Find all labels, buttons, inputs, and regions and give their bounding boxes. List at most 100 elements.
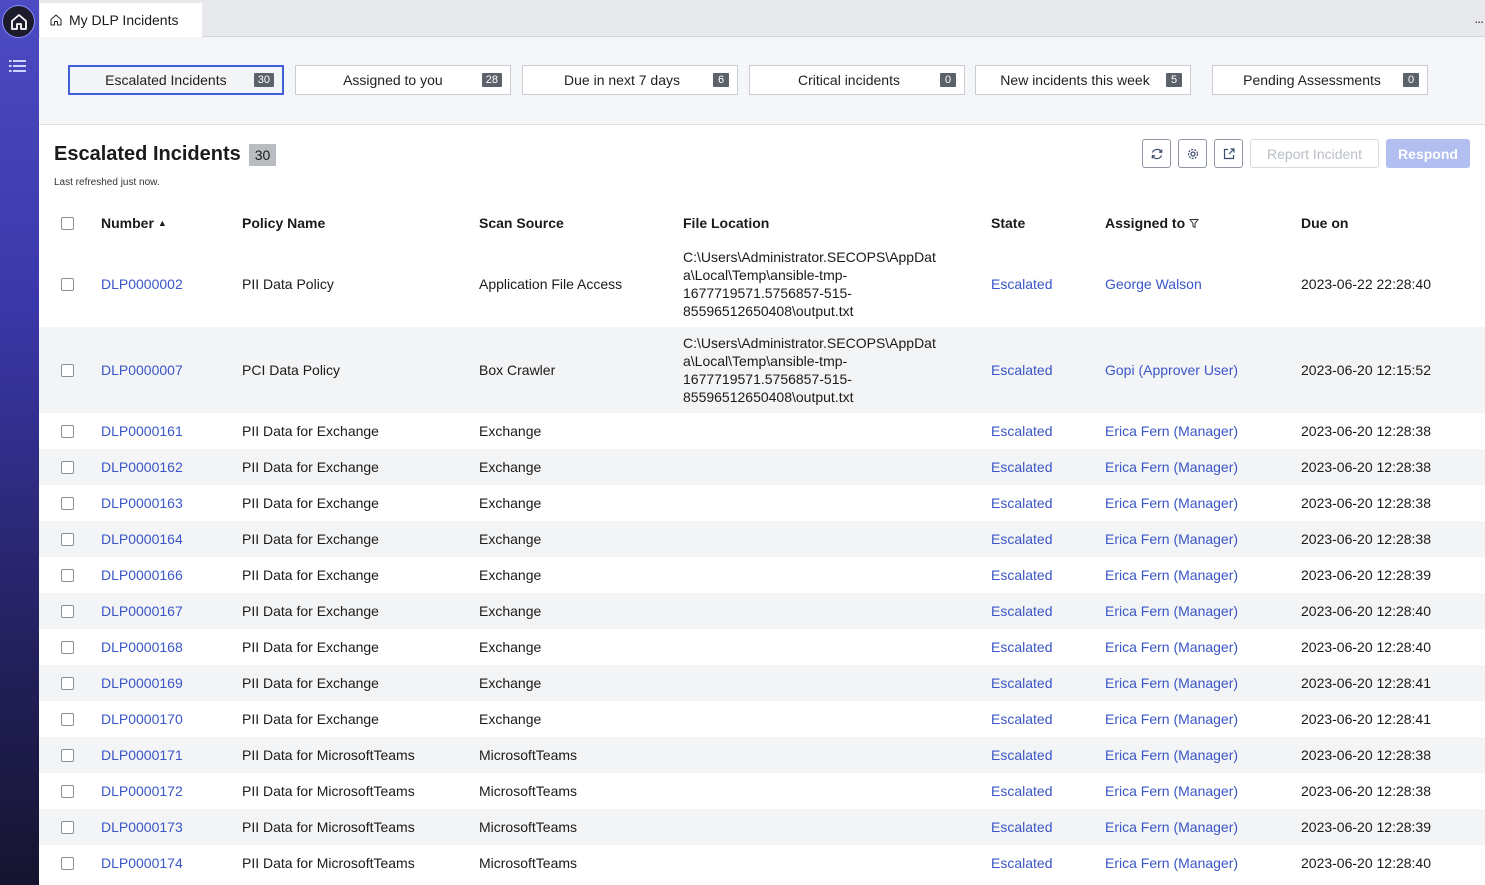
table-row[interactable]: DLP0000007 PCI Data Policy Box Crawler C:\U… (39, 327, 1485, 413)
home-button[interactable] (2, 5, 35, 38)
incident-number-link[interactable]: DLP0000174 (101, 845, 183, 881)
incident-number-link[interactable]: DLP0000007 (101, 327, 183, 413)
row-checkbox[interactable] (61, 568, 74, 582)
assigned-to-link[interactable]: Erica Fern (Manager) (1105, 557, 1238, 593)
assigned-to-link[interactable]: Erica Fern (Manager) (1105, 593, 1238, 629)
filter-card-assigned[interactable]: Assigned to you 28 (295, 65, 511, 95)
refresh-button[interactable] (1142, 139, 1171, 168)
select-all-checkbox[interactable] (61, 216, 74, 230)
state-link[interactable]: Escalated (991, 241, 1052, 327)
state-link[interactable]: Escalated (991, 773, 1052, 809)
table-row[interactable]: DLP0000167 PII Data for Exchange Exchange E… (39, 593, 1485, 629)
filter-card-escalated[interactable]: Escalated Incidents 30 (68, 65, 284, 95)
assigned-to-link[interactable]: Erica Fern (Manager) (1105, 737, 1238, 773)
export-button[interactable] (1214, 139, 1243, 168)
state-link[interactable]: Escalated (991, 449, 1052, 485)
row-checkbox[interactable] (61, 748, 74, 762)
assigned-to-link[interactable]: Erica Fern (Manager) (1105, 809, 1238, 845)
filter-card-critical[interactable]: Critical incidents 0 (749, 65, 965, 95)
incident-number-link[interactable]: DLP0000162 (101, 449, 183, 485)
state-link[interactable]: Escalated (991, 701, 1052, 737)
incident-number-link[interactable]: DLP0000166 (101, 557, 183, 593)
column-header-state[interactable]: State (991, 205, 1025, 241)
assigned-to-link[interactable]: Erica Fern (Manager) (1105, 845, 1238, 881)
row-checkbox[interactable] (61, 820, 74, 834)
incident-number-link[interactable]: DLP0000173 (101, 809, 183, 845)
state-link[interactable]: Escalated (991, 327, 1052, 413)
incident-number-link[interactable]: DLP0000172 (101, 773, 183, 809)
incident-number-link[interactable]: DLP0000164 (101, 521, 183, 557)
state-link[interactable]: Escalated (991, 413, 1052, 449)
column-header-due[interactable]: Due on (1301, 205, 1348, 241)
assigned-to-link[interactable]: Erica Fern (Manager) (1105, 521, 1238, 557)
settings-button[interactable] (1178, 139, 1207, 168)
respond-button[interactable]: Respond (1386, 139, 1470, 168)
state-link[interactable]: Escalated (991, 521, 1052, 557)
state-link[interactable]: Escalated (991, 593, 1052, 629)
column-header-location[interactable]: File Location (683, 205, 953, 241)
incident-number-link[interactable]: DLP0000170 (101, 701, 183, 737)
state-link[interactable]: Escalated (991, 845, 1052, 881)
row-checkbox[interactable] (61, 856, 74, 870)
incident-number-link[interactable]: DLP0000161 (101, 413, 183, 449)
incident-number-link[interactable]: DLP0000169 (101, 665, 183, 701)
table-row[interactable]: DLP0000170 PII Data for Exchange Exchange E… (39, 701, 1485, 737)
column-header-assigned[interactable]: Assigned to (1105, 205, 1200, 241)
assigned-to-link[interactable]: Gopi (Approver User) (1105, 327, 1238, 413)
table-row[interactable]: DLP0000171 PII Data for MicrosoftTeams Mic… (39, 737, 1485, 773)
assigned-to-link[interactable]: Erica Fern (Manager) (1105, 629, 1238, 665)
filter-card-due-7-days[interactable]: Due in next 7 days 6 (522, 65, 738, 95)
row-checkbox[interactable] (61, 604, 74, 618)
table-row[interactable]: DLP0000161 PII Data for Exchange Exchange E… (39, 413, 1485, 449)
row-select-cell (61, 845, 74, 881)
row-checkbox[interactable] (61, 640, 74, 654)
state-link[interactable]: Escalated (991, 629, 1052, 665)
row-checkbox[interactable] (61, 676, 74, 690)
row-checkbox[interactable] (61, 424, 74, 438)
assigned-to-link[interactable]: Erica Fern (Manager) (1105, 701, 1238, 737)
table-row[interactable]: DLP0000162 PII Data for Exchange Exchange E… (39, 449, 1485, 485)
state-link[interactable]: Escalated (991, 809, 1052, 845)
table-row[interactable]: DLP0000174 PII Data for MicrosoftTeams Mic… (39, 845, 1485, 881)
tab-my-dlp-incidents[interactable]: My DLP Incidents (40, 3, 202, 37)
assigned-to-link[interactable]: Erica Fern (Manager) (1105, 485, 1238, 521)
table-row[interactable]: DLP0000002 PII Data Policy Application Fil… (39, 241, 1485, 327)
row-checkbox[interactable] (61, 712, 74, 726)
table-row[interactable]: DLP0000166 PII Data for Exchange Exchange E… (39, 557, 1485, 593)
table-row[interactable]: DLP0000172 PII Data for MicrosoftTeams Mic… (39, 773, 1485, 809)
assigned-to-link[interactable]: Erica Fern (Manager) (1105, 413, 1238, 449)
more-options-icon[interactable]: ... (1474, 10, 1484, 26)
assigned-to-link[interactable]: Erica Fern (Manager) (1105, 665, 1238, 701)
row-checkbox[interactable] (61, 460, 74, 474)
state-link[interactable]: Escalated (991, 665, 1052, 701)
incident-number-link[interactable]: DLP0000171 (101, 737, 183, 773)
column-header-source[interactable]: Scan Source (479, 205, 564, 241)
table-row[interactable]: DLP0000163 PII Data for Exchange Exchange E… (39, 485, 1485, 521)
report-incident-button[interactable]: Report Incident (1250, 139, 1379, 168)
row-checkbox[interactable] (61, 496, 74, 510)
table-row[interactable]: DLP0000164 PII Data for Exchange Exchange E… (39, 521, 1485, 557)
incident-number-link[interactable]: DLP0000168 (101, 629, 183, 665)
state-link[interactable]: Escalated (991, 557, 1052, 593)
incident-number-link[interactable]: DLP0000002 (101, 241, 183, 327)
column-header-number[interactable]: Number ▲ (101, 205, 167, 241)
column-header-policy[interactable]: Policy Name (242, 205, 325, 241)
row-checkbox[interactable] (61, 532, 74, 546)
assigned-to-link[interactable]: George Walson (1105, 241, 1202, 327)
filter-card-new-this-week[interactable]: New incidents this week 5 (975, 65, 1191, 95)
table-row[interactable]: DLP0000169 PII Data for Exchange Exchange E… (39, 665, 1485, 701)
row-checkbox[interactable] (61, 277, 74, 291)
incident-number-link[interactable]: DLP0000167 (101, 593, 183, 629)
incident-number-link[interactable]: DLP0000163 (101, 485, 183, 521)
filter-card-pending-assessments[interactable]: Pending Assessments 0 (1212, 65, 1428, 95)
assigned-to-link[interactable]: Erica Fern (Manager) (1105, 773, 1238, 809)
table-row[interactable]: DLP0000173 PII Data for MicrosoftTeams Mic… (39, 809, 1485, 845)
menu-list-button[interactable] (9, 58, 27, 74)
assigned-to-link[interactable]: Erica Fern (Manager) (1105, 449, 1238, 485)
row-checkbox[interactable] (61, 784, 74, 798)
filter-icon[interactable] (1189, 218, 1200, 229)
table-row[interactable]: DLP0000168 PII Data for Exchange Exchange E… (39, 629, 1485, 665)
state-link[interactable]: Escalated (991, 485, 1052, 521)
row-checkbox[interactable] (61, 363, 74, 377)
state-link[interactable]: Escalated (991, 737, 1052, 773)
